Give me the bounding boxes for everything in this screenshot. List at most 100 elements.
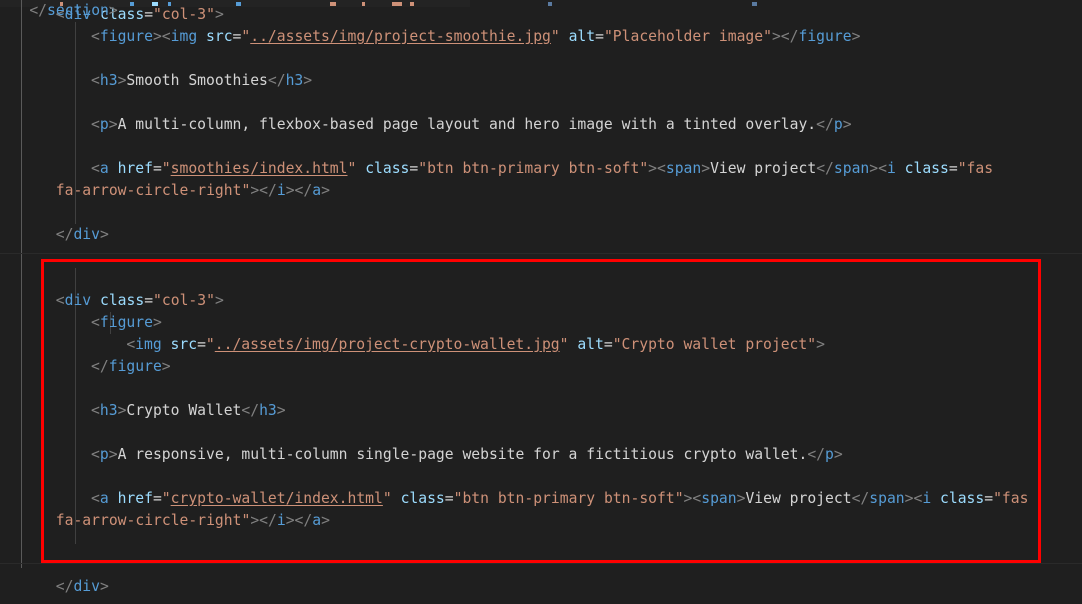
code-line[interactable]: <h3>Crypto Wallet</h3> [0, 400, 286, 422]
code-line[interactable]: <figure> [0, 312, 162, 334]
code-token: a [312, 182, 322, 199]
code-token: alt [568, 28, 596, 45]
code-line[interactable]: <img src="../assets/img/project-crypto-w… [0, 334, 825, 356]
code-token: < [91, 446, 100, 463]
code-token: h3 [259, 402, 277, 419]
code-line[interactable]: </div> [0, 224, 109, 246]
code-token: figure [108, 358, 162, 375]
code-token: >< [869, 160, 887, 177]
code-line[interactable]: <figure><img src="../assets/img/project-… [0, 26, 860, 48]
code-token: ></ [771, 28, 799, 45]
code-token: div [73, 226, 100, 243]
code-token: href [117, 490, 153, 507]
code-editor-viewport[interactable]: <div class="col-3"> <figure><img src="../… [0, 0, 1082, 604]
code-token: "Placeholder image" [603, 28, 772, 45]
code-token: </ [267, 72, 286, 89]
code-token: > [108, 116, 118, 133]
code-token: </ [55, 226, 74, 243]
code-path-link[interactable]: ../assets/img/project-smoothie.jpg [250, 28, 551, 45]
code-token: = [152, 160, 162, 177]
code-line[interactable]: </div> [0, 576, 109, 598]
code-line[interactable]: </section> [0, 0, 118, 22]
code-token: a [99, 160, 109, 177]
code-token: </ [816, 116, 834, 133]
code-token: class [99, 292, 145, 309]
code-token: "btn btn-primary btn-soft" [418, 160, 649, 177]
code-line[interactable] [0, 378, 21, 400]
code-path-link[interactable]: smoothies/index.html [171, 160, 348, 177]
code-token: > [99, 578, 109, 595]
code-line[interactable]: <a href="smoothies/index.html" class="bt… [0, 158, 993, 180]
code-token: "col-3" [153, 292, 215, 309]
code-token: = [603, 336, 613, 353]
code-token: > [816, 336, 825, 353]
code-line[interactable]: <div class="col-3"> [0, 290, 224, 312]
code-line[interactable]: </figure> [0, 356, 171, 378]
code-token: span [701, 490, 737, 507]
code-token: ></ [285, 182, 313, 199]
code-line[interactable] [0, 136, 21, 158]
code-path-link[interactable]: ../assets/img/project-crypto-wallet.jpg [215, 336, 560, 353]
code-token: > [152, 314, 162, 331]
code-path-link[interactable]: crypto-wallet/index.html [171, 490, 383, 507]
code-token: i [922, 490, 932, 507]
code-line[interactable] [0, 202, 21, 224]
code-line[interactable] [0, 532, 21, 554]
code-token: > [321, 182, 330, 199]
code-token: > [108, 2, 118, 19]
code-token: = [948, 160, 958, 177]
code-token: > [303, 72, 313, 89]
code-line[interactable] [0, 466, 21, 488]
code-token: > [214, 6, 224, 23]
code-line[interactable]: fa-arrow-circle-right"></i></a> [0, 510, 330, 532]
code-token: Smooth Smoothies [126, 72, 268, 89]
code-token: </ [29, 2, 47, 19]
code-token: > [851, 28, 861, 45]
code-token: < [91, 314, 100, 331]
code-line[interactable]: <p>A multi-column, flexbox-based page la… [0, 114, 851, 136]
code-token: > [108, 446, 118, 463]
code-token: img [170, 28, 198, 45]
code-token: alt [577, 336, 604, 353]
code-token: h3 [99, 402, 118, 419]
code-token: "col-3" [153, 6, 215, 23]
code-token: class [940, 490, 985, 507]
code-line[interactable] [0, 92, 21, 114]
code-text-layer[interactable]: <div class="col-3"> <figure><img src="../… [0, 0, 1082, 604]
code-token: </ [91, 358, 109, 375]
code-token: span [833, 160, 870, 177]
code-token: = [152, 490, 162, 507]
code-token: < [91, 490, 100, 507]
code-token: img [135, 336, 162, 353]
code-line[interactable]: <a href="crypto-wallet/index.html" class… [0, 488, 1028, 510]
code-token: < [91, 72, 100, 89]
code-token: > [161, 358, 171, 375]
code-token: p [833, 116, 843, 133]
code-line[interactable] [0, 422, 21, 444]
code-token: fa-arrow-circle-right" [55, 512, 251, 529]
code-token: " [382, 490, 392, 507]
code-token: < [91, 116, 100, 133]
code-token: ></ [250, 512, 277, 529]
code-line[interactable]: <p>A responsive, multi-column single-pag… [0, 444, 843, 466]
code-line[interactable] [0, 268, 21, 290]
code-token: h3 [99, 72, 118, 89]
code-line[interactable]: <h3>Smooth Smoothies</h3> [0, 70, 312, 92]
code-token: src [206, 28, 233, 45]
code-token: figure [798, 28, 852, 45]
code-token: href [117, 160, 153, 177]
code-token: View project [745, 490, 852, 507]
code-token: "btn btn-primary btn-soft" [453, 490, 684, 507]
code-token: class [904, 160, 949, 177]
code-line[interactable]: fa-arrow-circle-right"></i></a> [0, 180, 330, 202]
code-token: < [91, 160, 100, 177]
code-token: " [241, 28, 251, 45]
code-token: i [276, 512, 286, 529]
code-line[interactable] [0, 48, 21, 70]
